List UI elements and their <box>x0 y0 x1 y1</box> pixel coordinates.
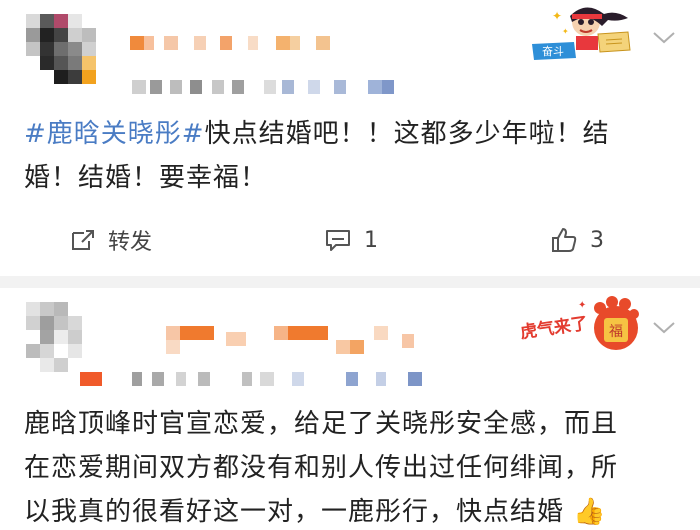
repost-icon <box>72 230 94 250</box>
girl-with-book-sticker: 奋斗 ✦ ✦ <box>528 4 638 60</box>
post-meta-mosaic <box>132 80 432 96</box>
comment-button[interactable]: 1 <box>324 212 378 268</box>
post-text-line: 婚！结婚！要幸福！ <box>24 163 268 193</box>
post-card-2: 虎气来了 ✦ 福 鹿晗顶峰时官宣恋爱，给足了关晓彤安全感，而且 在恋爱期间双方都… <box>0 288 700 530</box>
svg-text:✦: ✦ <box>578 300 586 311</box>
svg-text:奋斗: 奋斗 <box>542 44 564 58</box>
post-text-line: 以我真的很看好这一对，一鹿彤行，快点结婚 <box>24 497 565 527</box>
avatar[interactable] <box>26 14 106 90</box>
avatar[interactable] <box>26 302 106 386</box>
comment-icon <box>326 230 350 251</box>
like-button[interactable]: 3 <box>550 212 604 268</box>
username-mosaic[interactable] <box>130 36 340 52</box>
svg-text:✦: ✦ <box>562 27 569 36</box>
post-text: #鹿晗关晓彤#快点结婚吧！！这都多少年啦！结 婚！结婚！要幸福！ <box>24 112 676 200</box>
like-count: 3 <box>590 227 604 253</box>
svg-text:福: 福 <box>609 324 623 340</box>
comment-count: 1 <box>364 227 378 253</box>
chevron-down-icon[interactable] <box>650 318 678 338</box>
post-text-line: 在恋爱期间双方都没有和别人传出过任何绯闻，所 <box>24 453 619 483</box>
post-card-1: 奋斗 ✦ ✦ #鹿晗关晓彤#快点结婚吧！！这都多少年啦！结 婚！结婚！要幸福！ <box>0 0 700 276</box>
svg-text:虎气来了: 虎气来了 <box>520 313 589 343</box>
action-bar: 转发 1 3 <box>0 212 700 268</box>
svg-text:✦: ✦ <box>552 9 562 23</box>
post-meta-mosaic <box>80 372 440 388</box>
post-text: 鹿晗顶峰时官宣恋爱，给足了关晓彤安全感，而且 在恋爱期间双方都没有和别人传出过任… <box>24 402 690 530</box>
post-text-line: 鹿晗顶峰时官宣恋爱，给足了关晓彤安全感，而且 <box>24 409 619 439</box>
hashtag-link[interactable]: #鹿晗关晓彤# <box>24 119 205 149</box>
thumbs-up-emoji: 👍 <box>573 497 607 527</box>
post-text-line: 快点结婚吧！！这都多少年啦！结 <box>204 119 610 149</box>
repost-button[interactable]: 转发 <box>70 212 152 268</box>
thumbs-up-icon <box>552 228 577 252</box>
chevron-down-icon[interactable] <box>650 28 678 48</box>
repost-label: 转发 <box>108 230 153 255</box>
tiger-paw-sticker: 虎气来了 ✦ 福 <box>519 294 640 354</box>
username-mosaic[interactable] <box>166 326 416 354</box>
